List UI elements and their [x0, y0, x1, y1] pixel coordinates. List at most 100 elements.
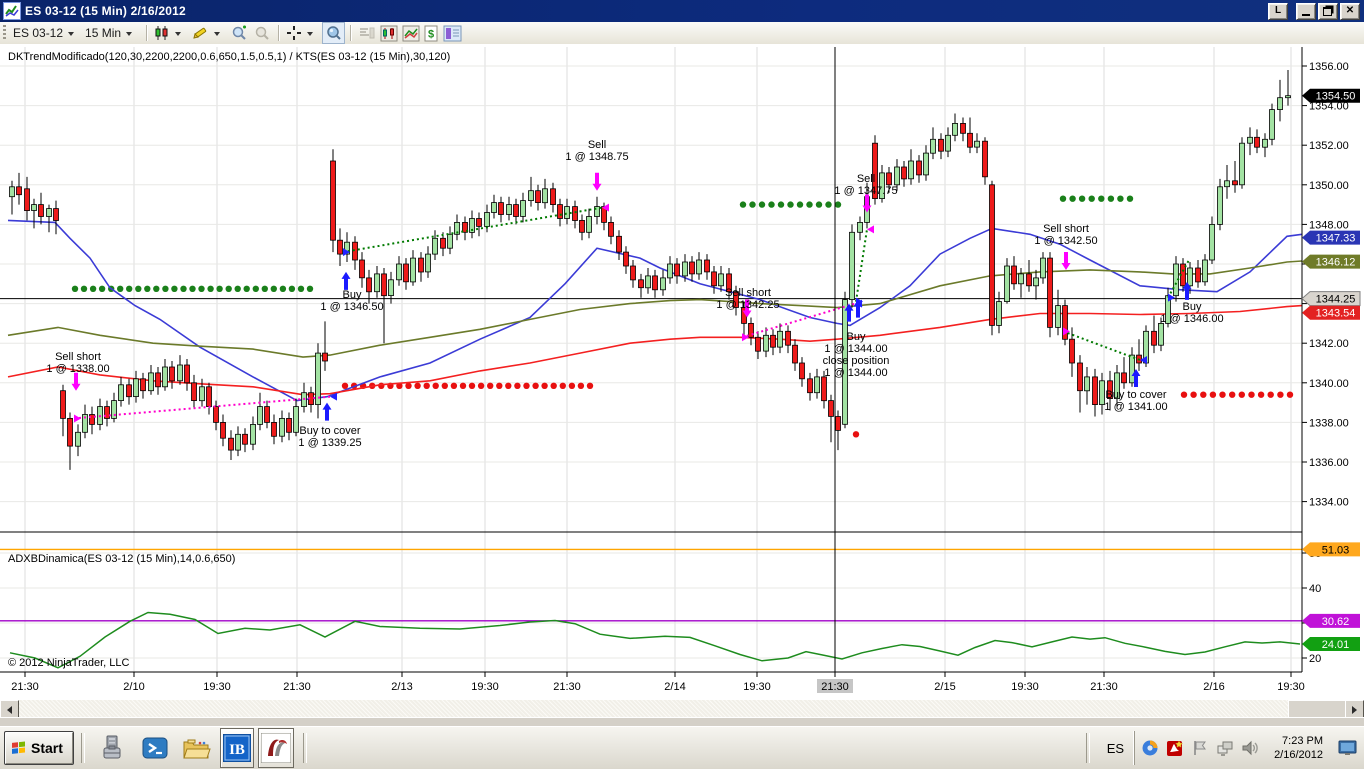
- svg-text:2/10: 2/10: [123, 681, 144, 693]
- line-chart-icon: [402, 25, 420, 41]
- taskbar-clock[interactable]: 7:23 PM 2/16/2012: [1268, 734, 1331, 762]
- svg-text:IB: IB: [229, 742, 245, 758]
- minimize-button[interactable]: [1296, 2, 1316, 20]
- quick-launch-powershell-icon[interactable]: [140, 733, 170, 763]
- restore-icon: [1322, 7, 1332, 16]
- svg-text:19:30: 19:30: [203, 681, 231, 693]
- svg-text:Sell short: Sell short: [1043, 223, 1089, 235]
- restore-button[interactable]: [1318, 2, 1338, 20]
- svg-text:1 @ 1342.50: 1 @ 1342.50: [1034, 235, 1097, 247]
- svg-text:1356.00: 1356.00: [1309, 61, 1349, 73]
- chart-window-button[interactable]: [378, 23, 400, 43]
- account-performance-button[interactable]: $: [422, 23, 441, 43]
- copyright-label: © 2012 NinjaTrader, LLC: [8, 657, 129, 669]
- flag-icon[interactable]: [1191, 739, 1209, 757]
- toolbar-separator: [278, 25, 280, 41]
- trade-annotations: Sell short1 @ 1338.00Buy1 @ 1346.50Buy t…: [46, 139, 1223, 449]
- svg-text:Buy: Buy: [1183, 301, 1202, 313]
- svg-text:1 @ 1346.50: 1 @ 1346.50: [320, 301, 383, 313]
- volume-icon[interactable]: [1241, 739, 1261, 757]
- start-button[interactable]: Start: [4, 731, 74, 765]
- svg-text:1344.25: 1344.25: [1316, 294, 1356, 306]
- zoom-in-button[interactable]: [229, 23, 251, 43]
- show-desktop-icon[interactable]: [1338, 739, 1358, 757]
- windows-update-icon[interactable]: [1141, 739, 1159, 757]
- price-axis: 1356.001354.001352.001350.001348.001346.…: [1302, 61, 1349, 665]
- svg-text:21:30: 21:30: [1090, 681, 1118, 693]
- svg-text:20: 20: [1309, 653, 1321, 665]
- depth-bars-icon: [360, 27, 375, 39]
- system-tray: 7:23 PM 2/16/2012: [1134, 731, 1364, 765]
- kts-fast-ma: [7, 219, 1303, 402]
- acrobat-icon[interactable]: [1166, 739, 1184, 757]
- chevron-down-icon: [214, 31, 221, 36]
- scroll-left-icon: [7, 705, 12, 714]
- svg-text:2/13: 2/13: [391, 681, 412, 693]
- svg-text:19:30: 19:30: [743, 681, 771, 693]
- clock-date: 2/16/2012: [1274, 749, 1323, 761]
- window-title: ES 03-12 (15 Min) 2/16/2012: [25, 4, 186, 18]
- quick-launch-folder-icon[interactable]: [182, 733, 212, 763]
- data-grid-button[interactable]: [441, 23, 464, 43]
- minimize-icon: [1302, 14, 1310, 16]
- svg-text:19:30: 19:30: [1011, 681, 1039, 693]
- overlay-lines: [7, 219, 1303, 402]
- snapshot-button[interactable]: [322, 22, 346, 44]
- main-indicator-label: DKTrendModificado(120,30,2200,2200,0.6,6…: [8, 51, 450, 63]
- taskbar-button-interactive-brokers[interactable]: IB: [219, 728, 254, 768]
- close-button[interactable]: ✕: [1340, 2, 1360, 20]
- taskbar-divider: [302, 733, 307, 763]
- svg-text:21:30: 21:30: [553, 681, 581, 693]
- sell-arrow-icon: [1061, 251, 1071, 270]
- magnifier-icon: [327, 26, 341, 40]
- taskbar: Start IB ES 7:23 PM 2/16/2012: [0, 726, 1364, 769]
- drawing-tools-button[interactable]: [190, 23, 229, 43]
- chart-horizontal-scrollbar[interactable]: [0, 700, 1364, 719]
- instrument-selector[interactable]: ES 03-12: [11, 23, 83, 43]
- svg-text:1350.00: 1350.00: [1309, 180, 1349, 192]
- chevron-down-icon: [68, 31, 75, 36]
- interval-selector[interactable]: 15 Min: [83, 23, 141, 43]
- svg-text:Sell short: Sell short: [725, 287, 771, 299]
- svg-text:24.01: 24.01: [1322, 639, 1350, 651]
- svg-text:21:30: 21:30: [283, 681, 311, 693]
- taskbar-tray-area: ES 7:23 PM 2/16/2012: [1079, 727, 1364, 769]
- svg-text:1 @ 1344.00: 1 @ 1344.00: [824, 367, 887, 379]
- quick-launch-system-icon[interactable]: [98, 733, 128, 763]
- zoom-in-icon: [232, 25, 247, 40]
- window-titlebar[interactable]: ES 03-12 (15 Min) 2/16/2012 L ✕: [0, 0, 1364, 22]
- mini-chart-icon: [380, 25, 398, 41]
- market-depth-button[interactable]: [356, 23, 378, 43]
- chart-lines-button[interactable]: [400, 23, 422, 43]
- price-chart[interactable]: Sell short1 @ 1338.00Buy1 @ 1346.50Buy t…: [0, 44, 1364, 700]
- interval-label: 15 Min: [85, 26, 122, 40]
- adx-indicator: [0, 548, 1302, 669]
- clock-time: 7:23 PM: [1282, 735, 1323, 747]
- scroll-right-icon: [1352, 705, 1357, 714]
- svg-text:Buy to cover: Buy to cover: [1105, 389, 1166, 401]
- trade-trails: [73, 203, 1190, 423]
- toolbar-grip[interactable]: [3, 25, 6, 41]
- gridlines: [0, 47, 1302, 672]
- time-axis: 21:30 2/10 19:30 21:30 2/13 19:30 21:30 2/14 19:…: [11, 672, 1305, 693]
- svg-text:1 @ 1339.25: 1 @ 1339.25: [298, 437, 361, 449]
- svg-text:1342.00: 1342.00: [1309, 338, 1349, 350]
- language-indicator[interactable]: ES: [1097, 741, 1134, 756]
- zoom-out-button[interactable]: [251, 23, 273, 43]
- svg-text:$: $: [428, 28, 434, 40]
- svg-text:51.03: 51.03: [1322, 544, 1350, 556]
- crosshair-icon: [287, 26, 302, 40]
- start-label: Start: [31, 740, 63, 756]
- chart-style-button[interactable]: [152, 23, 190, 43]
- svg-text:Buy to cover: Buy to cover: [299, 425, 360, 437]
- cursor-mode-button[interactable]: [284, 23, 322, 43]
- link-window-button[interactable]: L: [1268, 2, 1288, 20]
- svg-text:2/14: 2/14: [664, 681, 685, 693]
- price-tags: 1354.50 1347.33 1346.12 1344.25 1343.54 51.03…: [1301, 88, 1361, 651]
- taskbar-button-ninjatrader[interactable]: [257, 728, 294, 768]
- sell-arrow-icon: [862, 194, 872, 213]
- svg-text:1334.00: 1334.00: [1309, 497, 1349, 509]
- svg-text:2/16: 2/16: [1203, 681, 1224, 693]
- adx-indicator-label: ADXBDinamica(ES 03-12 (15 Min),14,0.6,65…: [8, 553, 235, 565]
- network-icon[interactable]: [1216, 739, 1234, 757]
